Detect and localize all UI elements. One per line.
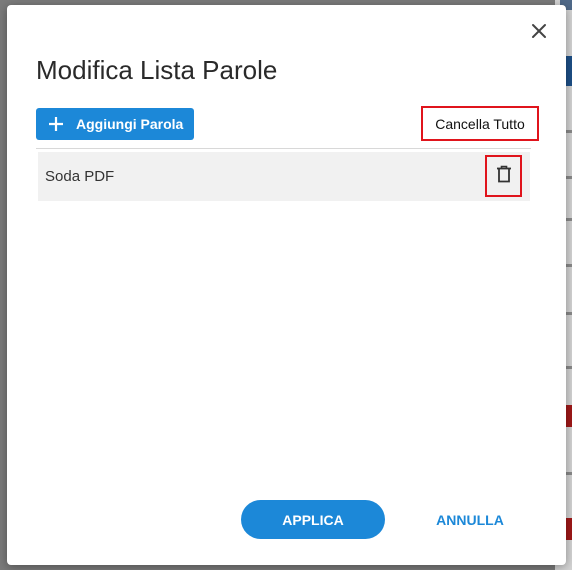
edit-word-list-dialog: Modifica Lista Parole Aggiungi Parola Ca… <box>7 5 566 565</box>
close-icon <box>531 23 547 44</box>
add-word-button-label: Aggiungi Parola <box>76 116 184 132</box>
trash-icon <box>496 165 512 188</box>
cancel-button[interactable]: ANNULLA <box>425 500 515 539</box>
clear-all-button[interactable]: Cancella Tutto <box>421 106 539 141</box>
dialog-title: Modifica Lista Parole <box>36 55 278 85</box>
apply-button[interactable]: APPLICA <box>241 500 385 539</box>
list-divider <box>36 148 531 149</box>
close-button[interactable] <box>526 20 552 46</box>
add-word-button[interactable]: Aggiungi Parola <box>36 108 194 140</box>
list-item: Soda PDF <box>38 152 530 201</box>
word-text: Soda PDF <box>45 168 115 185</box>
clear-all-button-label: Cancella Tutto <box>435 115 525 132</box>
delete-word-button[interactable] <box>485 155 522 197</box>
plus-icon <box>48 116 64 132</box>
